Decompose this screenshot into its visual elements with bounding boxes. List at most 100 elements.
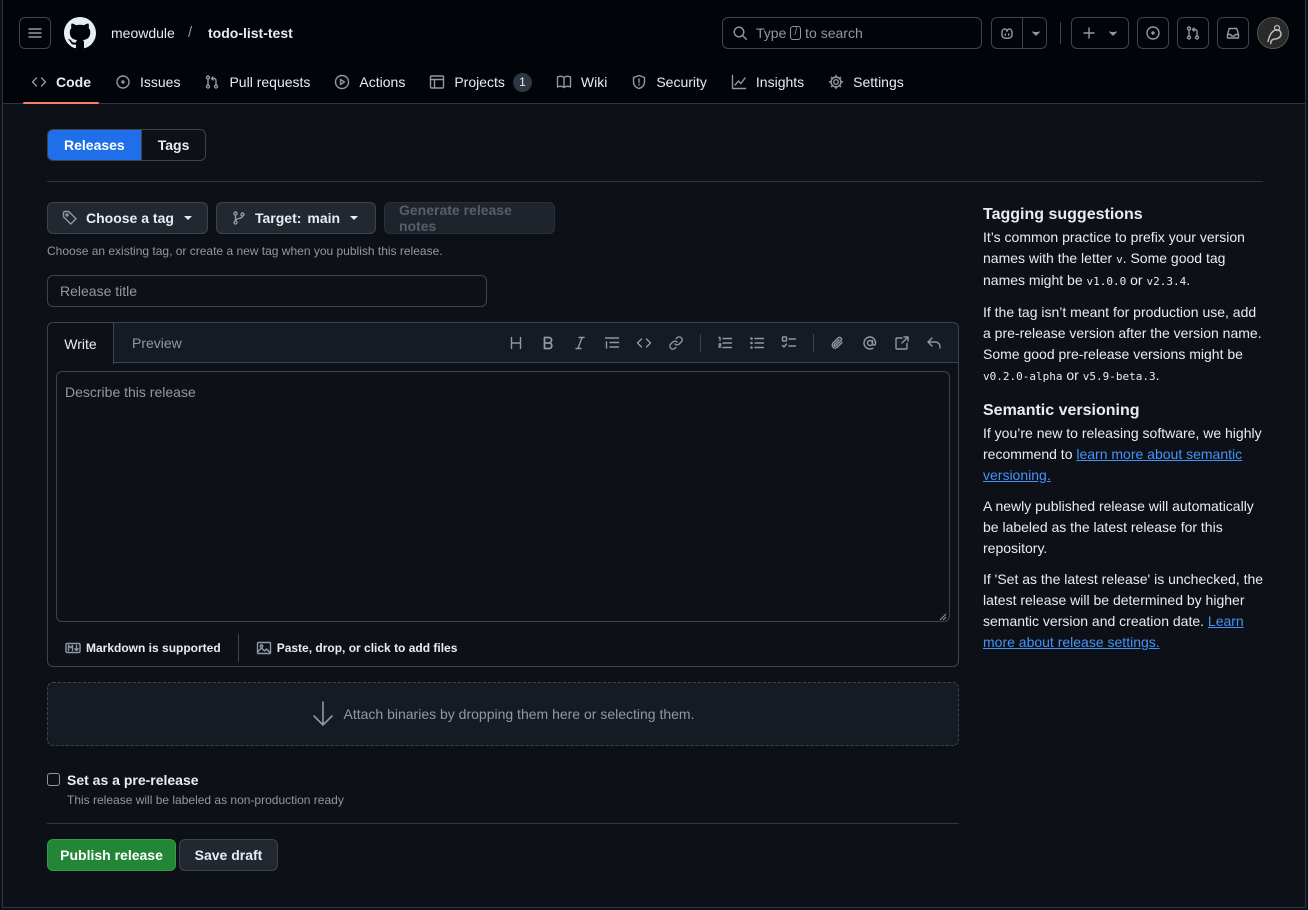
release-title-input[interactable]: Release title [47, 275, 487, 307]
tab-insights[interactable]: Insights [723, 66, 812, 98]
book-icon [556, 75, 572, 89]
editor-footer: Markdown is supported Paste, drop, or cl… [48, 629, 958, 667]
text: or [1126, 272, 1147, 288]
link-button[interactable] [660, 334, 692, 352]
copilot-split-divider [1022, 18, 1023, 48]
search-placeholder-after: to search [805, 25, 863, 41]
plus-icon [1083, 27, 1095, 39]
target-label: Target: [255, 210, 302, 226]
text: . [1186, 272, 1191, 288]
code-icon [31, 77, 47, 87]
footer-divider [237, 634, 239, 662]
play-icon [335, 74, 350, 90]
tab-issues[interactable]: Issues [107, 66, 188, 98]
user-avatar[interactable] [1257, 17, 1289, 49]
create-new-button[interactable] [1071, 17, 1129, 49]
undo-button[interactable] [918, 334, 950, 352]
tab-write[interactable]: Write [48, 323, 114, 364]
generate-release-notes-button[interactable]: Generate release notes [384, 202, 555, 234]
git-pull-request-icon [206, 75, 219, 89]
notifications-button[interactable] [1217, 17, 1249, 49]
code-button[interactable] [628, 334, 660, 352]
search-input[interactable]: Type / to search [722, 17, 982, 49]
semver-paragraph-3: If 'Set as the latest release' is unchec… [983, 569, 1265, 653]
tab-insights-label: Insights [755, 74, 805, 90]
tab-code[interactable]: Code [23, 66, 99, 104]
tab-pull-requests[interactable]: Pull requests [196, 66, 318, 98]
publish-release-button[interactable]: Publish release [47, 839, 176, 871]
header-divider [1060, 22, 1061, 44]
hamburger-icon [28, 28, 42, 38]
mention-icon [863, 336, 877, 350]
toolbar-divider [813, 334, 814, 352]
prerelease-checkbox[interactable] [47, 773, 60, 786]
search-placeholder-before: Type [756, 25, 787, 41]
github-logo-icon[interactable] [64, 17, 96, 49]
tag-hint-text: Choose an existing tag, or create a new … [47, 244, 443, 258]
release-body-textarea[interactable]: Describe this release [56, 371, 950, 622]
prerelease-label[interactable]: Set as a pre-release [67, 772, 199, 788]
bold-button[interactable] [532, 334, 564, 352]
quote-button[interactable] [596, 334, 628, 352]
tab-actions-label: Actions [359, 74, 406, 90]
link-icon [669, 336, 683, 350]
breadcrumb-repo[interactable]: todo-list-test [208, 25, 293, 41]
gear-icon [828, 74, 844, 90]
tab-code-label: Code [56, 74, 91, 90]
semantic-versioning-heading: Semantic versioning [983, 402, 1140, 419]
tab-wiki-label: Wiki [580, 74, 608, 90]
issue-opened-icon [116, 75, 130, 89]
sidebar-help: Tagging suggestions It’s common practice… [983, 205, 1265, 663]
tab-actions[interactable]: Actions [326, 66, 413, 98]
cross-reference-icon [895, 336, 909, 350]
tab-security[interactable]: Security [623, 66, 715, 98]
release-body-editor: Write Preview Describe this release Mark… [47, 322, 959, 667]
releases-tab[interactable]: Releases [48, 130, 141, 160]
tab-settings[interactable]: Settings [820, 66, 912, 98]
add-files-button[interactable]: Paste, drop, or click to add files [256, 640, 457, 656]
code-text: v2.3.4 [1146, 275, 1187, 288]
bold-icon [543, 336, 553, 350]
unordered-list-button[interactable] [741, 334, 773, 352]
markdown-icon [65, 642, 81, 654]
tab-issues-label: Issues [140, 74, 181, 90]
tab-wiki[interactable]: Wiki [548, 66, 615, 98]
binaries-dropzone-label: Attach binaries by dropping them here or… [343, 706, 695, 722]
heading-button[interactable] [500, 334, 532, 352]
tags-tab[interactable]: Tags [140, 130, 206, 160]
markdown-supported-link[interactable]: Markdown is supported [65, 640, 221, 656]
tab-preview[interactable]: Preview [132, 323, 182, 363]
ordered-list-button[interactable] [709, 334, 741, 352]
app-header: meowdule / todo-list-test Type / to sear… [3, 0, 1305, 104]
choose-tag-button[interactable]: Choose a tag [47, 202, 208, 234]
chevron-down-icon[interactable] [1028, 25, 1044, 41]
resize-handle-icon[interactable] [939, 613, 947, 621]
cross-reference-button[interactable] [886, 334, 918, 352]
semver-paragraph-2: A newly published release will automatic… [983, 498, 1254, 556]
tagging-suggestions-heading: Tagging suggestions [983, 206, 1143, 223]
toolbar-divider [700, 334, 701, 352]
your-pull-requests-button[interactable] [1177, 17, 1209, 49]
menu-button[interactable] [19, 17, 51, 49]
italic-button[interactable] [564, 334, 596, 352]
task-list-button[interactable] [773, 334, 805, 352]
breadcrumb-owner[interactable]: meowdule [111, 25, 175, 41]
git-pull-request-icon [1186, 26, 1200, 40]
code-text: v1.0.0 [1086, 275, 1127, 288]
caret-down-icon [183, 216, 192, 220]
your-issues-button[interactable] [1137, 17, 1169, 49]
shield-icon [633, 74, 646, 90]
heading-icon [510, 336, 522, 350]
tab-projects-label: Projects [454, 74, 505, 90]
tab-projects[interactable]: Projects 1 [421, 66, 540, 98]
prerelease-note: This release will be labeled as non-prod… [67, 793, 344, 807]
table-icon [430, 75, 445, 89]
binaries-dropzone[interactable]: Attach binaries by dropping them here or… [47, 682, 959, 746]
chevron-down-icon [1109, 31, 1117, 36]
copilot-button[interactable] [991, 17, 1047, 49]
save-draft-button[interactable]: Save draft [179, 839, 278, 871]
mention-button[interactable] [854, 334, 886, 352]
target-branch-button[interactable]: Target: main [216, 202, 376, 234]
target-branch-value: main [307, 210, 341, 226]
attach-file-button[interactable] [822, 334, 854, 352]
